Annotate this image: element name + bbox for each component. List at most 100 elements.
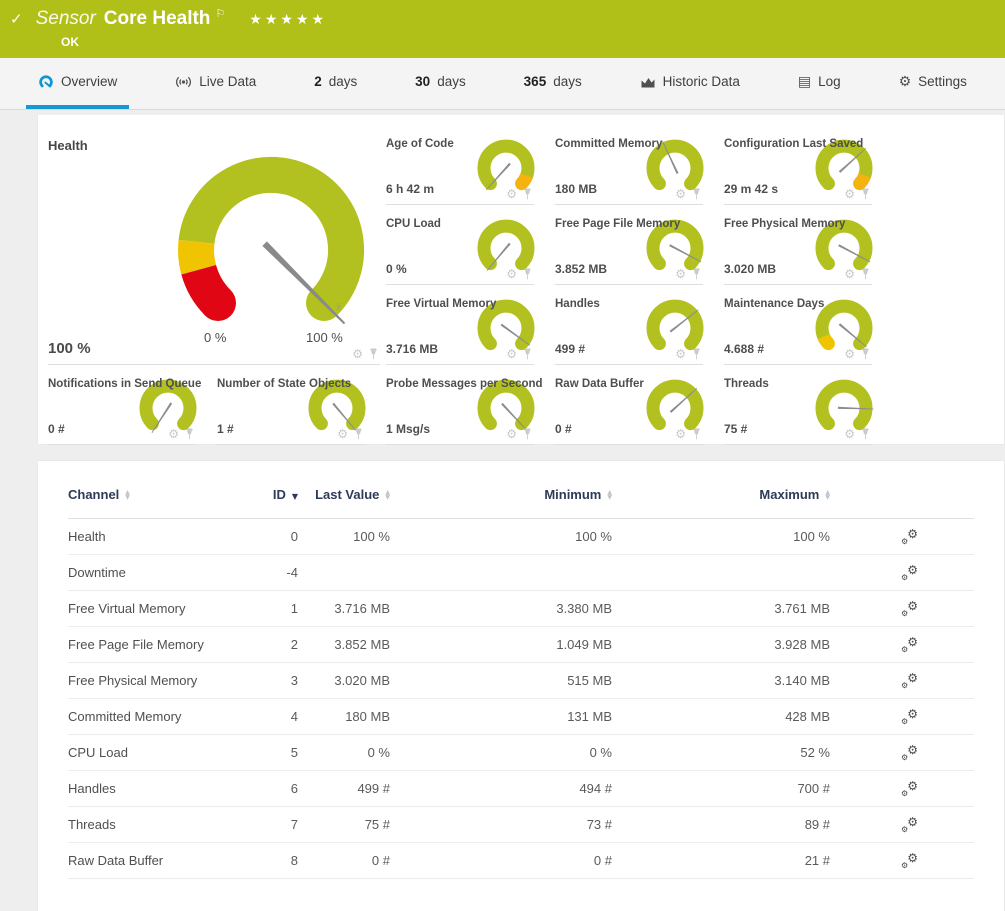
- cell-channel: Free Virtual Memory: [68, 601, 233, 616]
- tab-30-days[interactable]: 30days: [403, 58, 478, 109]
- check-icon: ✓: [10, 10, 23, 28]
- gauge-title: Maintenance Days: [724, 298, 824, 310]
- tab-log[interactable]: ▤Log: [786, 58, 853, 109]
- cell-maximum: 3.928 MB: [612, 637, 830, 652]
- gauge-panel-maintenance-days: Maintenance Days4.688 #⚙: [724, 285, 872, 365]
- tab-live-data[interactable]: Live Data: [163, 58, 268, 109]
- panel-pin-icon[interactable]: [185, 428, 194, 440]
- panel-pin-icon[interactable]: [692, 268, 701, 280]
- panel-gear-icon[interactable]: ⚙: [675, 428, 686, 440]
- table-header-row: Channel▲▼ID▼Last Value▲▼Minimum▲▼Maximum…: [68, 461, 974, 519]
- gauge-value: 3.716 MB: [386, 342, 438, 356]
- panel-pin-icon[interactable]: [354, 428, 363, 440]
- cell-id: 5: [233, 745, 298, 760]
- sensor-header: ✓ Sensor Core Health ⚐ ★★★★★ OK: [0, 0, 1005, 58]
- tab-label: Overview: [61, 74, 117, 89]
- gauge-title: Probe Messages per Second: [386, 378, 543, 390]
- cell-id: 4: [233, 709, 298, 724]
- health-value: 100 %: [48, 340, 91, 357]
- panel-pin-icon[interactable]: [369, 348, 378, 360]
- panel-gear-icon[interactable]: ⚙: [844, 268, 855, 280]
- panel-gear-icon[interactable]: ⚙: [506, 268, 517, 280]
- edit-channel-gears-icon[interactable]: ⚙⚙: [901, 673, 918, 689]
- column-header-maximum[interactable]: Maximum▲▼: [612, 487, 830, 502]
- gauge-title: Handles: [555, 298, 600, 310]
- edit-channel-gears-icon[interactable]: ⚙⚙: [901, 709, 918, 725]
- panel-pin-icon[interactable]: [523, 428, 532, 440]
- table-row: Committed Memory4180 MB131 MB428 MB⚙⚙: [68, 699, 974, 735]
- status-badge: OK: [0, 30, 1005, 49]
- average-marker: x̄: [336, 303, 341, 313]
- cell-last-value: 0 #: [298, 853, 390, 868]
- tab-label: Settings: [918, 74, 967, 89]
- gauge-panel-committed-memory: Committed Memory 180 MB ⚙: [555, 125, 703, 205]
- panel-gear-icon[interactable]: ⚙: [506, 188, 517, 200]
- gauge-title: Free Physical Memory: [724, 218, 845, 230]
- column-header-last-value[interactable]: Last Value▲▼: [298, 487, 390, 502]
- column-header-minimum[interactable]: Minimum▲▼: [390, 487, 612, 502]
- cell-id: 0: [233, 529, 298, 544]
- panel-gear-icon[interactable]: ⚙: [168, 428, 179, 440]
- panel-gear-icon[interactable]: ⚙: [675, 268, 686, 280]
- panel-gear-icon[interactable]: ⚙: [506, 348, 517, 360]
- cell-minimum: 0 #: [390, 853, 612, 868]
- tab-365-days[interactable]: 365days: [512, 58, 594, 109]
- panel-gear-icon[interactable]: ⚙: [337, 428, 348, 440]
- edit-channel-gears-icon[interactable]: ⚙⚙: [901, 745, 918, 761]
- panel-pin-icon[interactable]: [523, 268, 532, 280]
- cell-minimum: 0 %: [390, 745, 612, 760]
- tab-historic-data[interactable]: Historic Data: [628, 58, 752, 109]
- panel-pin-icon[interactable]: [523, 348, 532, 360]
- panel-gear-icon[interactable]: ⚙: [506, 428, 517, 440]
- panel-gear-icon[interactable]: ⚙: [844, 348, 855, 360]
- tab-overview[interactable]: Overview: [26, 58, 129, 109]
- cell-maximum: 52 %: [612, 745, 830, 760]
- edit-channel-gears-icon[interactable]: ⚙⚙: [901, 601, 918, 617]
- gauge-title: CPU Load: [386, 218, 441, 230]
- panel-gear-icon[interactable]: ⚙: [675, 188, 686, 200]
- edit-channel-gears-icon[interactable]: ⚙⚙: [901, 565, 918, 581]
- cell-last-value: 0 %: [298, 745, 390, 760]
- panel-pin-icon[interactable]: [692, 428, 701, 440]
- tab-bar: OverviewLive Data2days30days365daysHisto…: [0, 58, 1005, 110]
- tab-2-days[interactable]: 2days: [302, 58, 369, 109]
- column-header-id[interactable]: ID▼: [233, 487, 298, 502]
- gauge-panel-free-virtual-memory: Free Virtual Memory3.716 MB⚙: [386, 285, 534, 365]
- tab-number: 365: [524, 74, 547, 89]
- table-row: Free Page File Memory23.852 MB1.049 MB3.…: [68, 627, 974, 663]
- cell-maximum: 89 #: [612, 817, 830, 832]
- panel-gear-icon[interactable]: ⚙: [675, 348, 686, 360]
- cell-channel: Downtime: [68, 565, 233, 580]
- cell-last-value: 180 MB: [298, 709, 390, 724]
- gauge-value: 180 MB: [555, 182, 597, 196]
- panel-gear-icon[interactable]: ⚙: [352, 348, 363, 360]
- cell-id: 2: [233, 637, 298, 652]
- panel-pin-icon[interactable]: [692, 188, 701, 200]
- edit-channel-gears-icon[interactable]: ⚙⚙: [901, 637, 918, 653]
- priority-stars[interactable]: ★★★★★: [249, 12, 327, 28]
- gauge-panel-handles: Handles499 #⚙: [555, 285, 703, 365]
- edit-channel-gears-icon[interactable]: ⚙⚙: [901, 529, 918, 545]
- table-row: Threads775 #73 #89 #⚙⚙: [68, 807, 974, 843]
- priority-flag-icon[interactable]: ⚐: [215, 7, 225, 20]
- panel-pin-icon[interactable]: [692, 348, 701, 360]
- gauge-title: Configuration Last Saved: [724, 138, 863, 150]
- panel-pin-icon[interactable]: [861, 268, 870, 280]
- table-row: Free Virtual Memory13.716 MB3.380 MB3.76…: [68, 591, 974, 627]
- gauge-title: Committed Memory: [555, 138, 662, 150]
- column-header-channel[interactable]: Channel▲▼: [68, 487, 233, 502]
- gauge-icon: [38, 74, 54, 89]
- tab-label: days: [329, 74, 358, 89]
- panel-pin-icon[interactable]: [861, 348, 870, 360]
- panel-pin-icon[interactable]: [861, 188, 870, 200]
- sensor-kind: Sensor: [36, 8, 96, 30]
- edit-channel-gears-icon[interactable]: ⚙⚙: [901, 817, 918, 833]
- panel-pin-icon[interactable]: [523, 188, 532, 200]
- edit-channel-gears-icon[interactable]: ⚙⚙: [901, 781, 918, 797]
- tab-settings[interactable]: ⚙Settings: [887, 58, 979, 109]
- panel-gear-icon[interactable]: ⚙: [844, 188, 855, 200]
- edit-channel-gears-icon[interactable]: ⚙⚙: [901, 853, 918, 869]
- panel-gear-icon[interactable]: ⚙: [844, 428, 855, 440]
- gauge-panel-raw-data-buffer: Raw Data Buffer0 #⚙: [555, 365, 703, 445]
- panel-pin-icon[interactable]: [861, 428, 870, 440]
